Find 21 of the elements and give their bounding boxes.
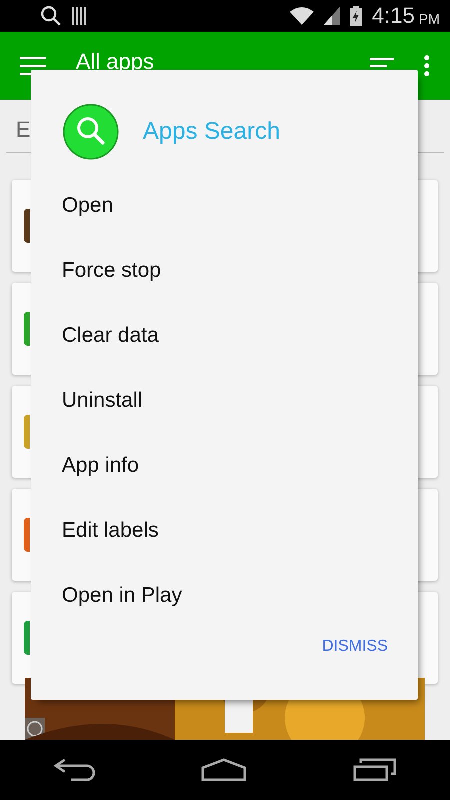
- barcode-icon: [72, 7, 88, 25]
- menu-item[interactable]: Uninstall: [31, 368, 418, 433]
- menu-item[interactable]: Open: [31, 173, 418, 238]
- clock-meridiem: PM: [419, 11, 440, 27]
- menu-item[interactable]: Edit labels: [31, 498, 418, 563]
- menu-item[interactable]: App info: [31, 433, 418, 498]
- clock-time: 4:15: [372, 3, 415, 29]
- more-options-icon[interactable]: [424, 55, 430, 77]
- wifi-icon: [290, 7, 314, 25]
- menu-item[interactable]: Clear data: [31, 303, 418, 368]
- search-icon: [40, 5, 62, 27]
- recents-icon[interactable]: [353, 758, 397, 782]
- dialog-title: Apps Search: [143, 118, 280, 146]
- menu-item[interactable]: Force stop: [31, 238, 418, 303]
- magnifier-app-icon: [63, 104, 119, 160]
- home-icon[interactable]: [201, 758, 247, 782]
- signal-icon: [324, 7, 340, 25]
- menu-item[interactable]: Open in Play: [31, 563, 418, 628]
- dismiss-button[interactable]: DISMISS: [322, 638, 388, 656]
- battery-icon: [350, 6, 362, 26]
- back-icon[interactable]: [53, 758, 95, 782]
